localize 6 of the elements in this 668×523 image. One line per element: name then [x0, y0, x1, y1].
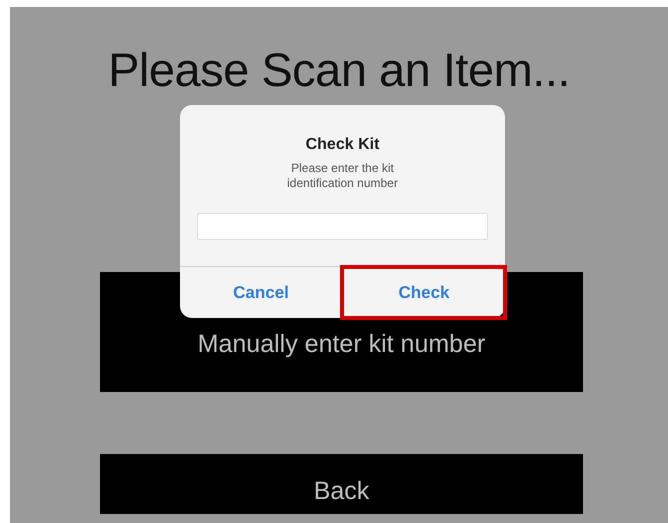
screen-button[interactable]: Back	[100, 454, 583, 514]
alert-message: Please enter the kit identification number	[286, 161, 399, 191]
alert-button[interactable]: Check	[342, 267, 505, 318]
input-field[interactable]	[197, 213, 488, 240]
screen-title: Please Scan an Item...	[107, 42, 571, 96]
alert-title: Check Kit	[304, 135, 380, 155]
